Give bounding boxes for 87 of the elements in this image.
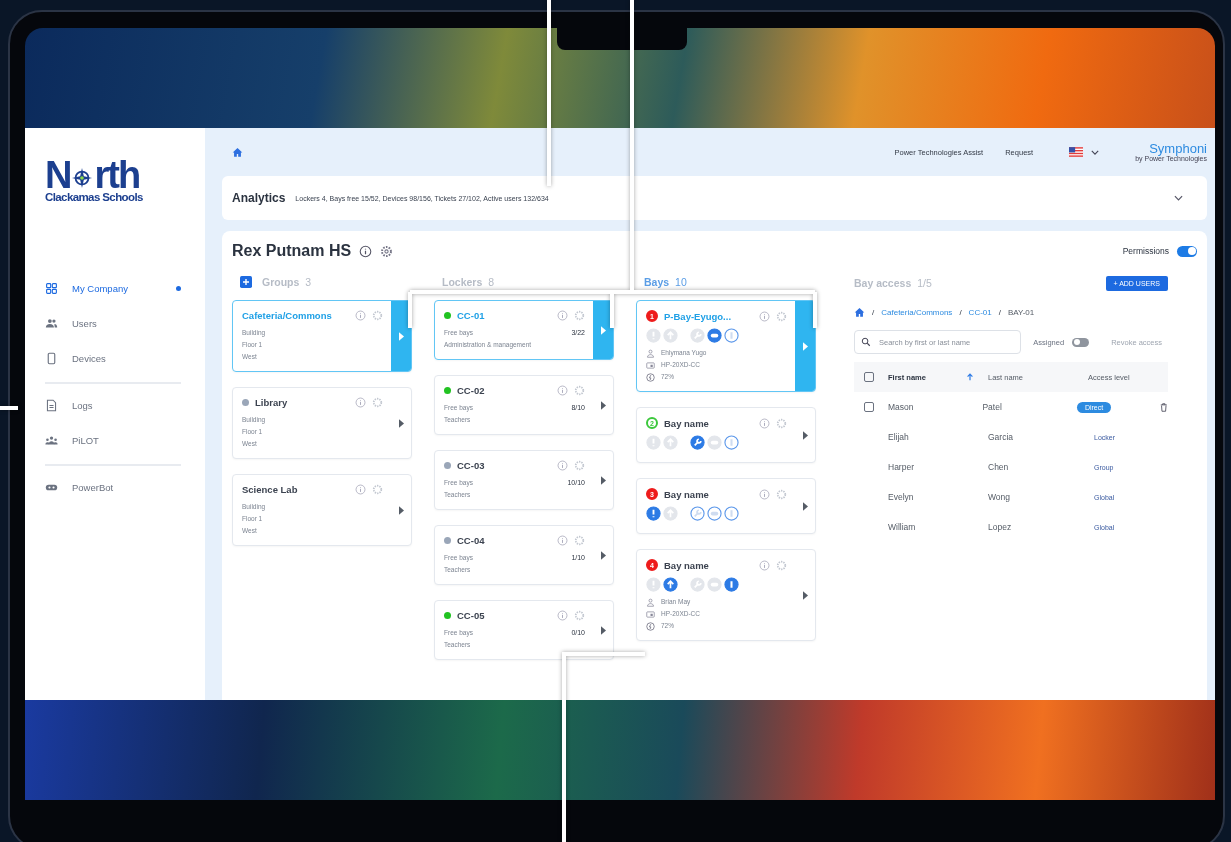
leader-line	[0, 406, 18, 410]
table-cell: Patel	[982, 402, 1002, 412]
breadcrumb-item[interactable]: CC-01	[968, 307, 992, 317]
locker-name: CC-01	[457, 310, 485, 321]
active-dot	[176, 286, 181, 291]
nav-item[interactable]: Logs	[45, 388, 181, 423]
logo-text: N	[45, 156, 71, 194]
locker-name: CC-05	[457, 610, 485, 621]
chevron-down-icon[interactable]	[1174, 195, 1183, 201]
checkbox[interactable]	[864, 402, 874, 412]
device-icon	[646, 360, 655, 370]
arrow-right-icon[interactable]	[600, 625, 606, 635]
assigned-toggle[interactable]	[1072, 337, 1090, 347]
nav-item[interactable]: Devices	[45, 341, 181, 376]
group-name: Cafeteria/Commons	[242, 310, 332, 321]
delete-icon[interactable]	[1160, 402, 1168, 412]
user-icon	[646, 597, 655, 607]
logo-text: rth	[94, 156, 140, 194]
sort-arrow-icon[interactable]	[966, 373, 974, 381]
table-cell: Chen	[988, 462, 1009, 472]
nav-item[interactable]: PowerBot	[45, 470, 181, 505]
battery-icon	[646, 372, 655, 382]
device-icon	[646, 609, 655, 619]
bay-name: Bay name	[664, 559, 709, 571]
breadcrumb-item: BAY-01	[1007, 307, 1035, 317]
locker-name: CC-04	[457, 535, 485, 546]
table-cell: Evelyn	[888, 492, 914, 502]
arrow-right-icon[interactable]	[398, 418, 404, 428]
breadcrumb-separator: /	[998, 307, 1001, 317]
permissions-toggle[interactable]	[1177, 245, 1197, 257]
home-icon[interactable]	[854, 306, 865, 318]
arrow-right-icon[interactable]	[802, 590, 808, 600]
arrow-right-icon[interactable]	[600, 550, 606, 560]
arrow-right-icon[interactable]	[600, 475, 606, 485]
table-cell: Elijah	[888, 432, 909, 442]
table-cell: Lopez	[988, 522, 1012, 532]
table-cell: Mason	[888, 402, 914, 412]
settings-icon[interactable]	[380, 244, 394, 258]
bay-name: Bay name	[664, 417, 709, 429]
logo-subtitle: Clackamas Schools	[45, 191, 144, 203]
breadcrumb-item[interactable]: Cafeteria/Commons	[881, 307, 953, 317]
add-icon[interactable]	[240, 276, 252, 288]
phone-icon	[45, 352, 58, 365]
flag-icon	[1069, 147, 1084, 157]
analytics-title: Analytics	[232, 191, 286, 205]
column-count: 10	[675, 276, 687, 288]
column-title: Groups	[262, 276, 300, 288]
nav-item[interactable]: Users	[45, 306, 181, 341]
panel-count: 1/5	[917, 277, 932, 289]
brand-logo-text: Symphoni	[1149, 142, 1207, 155]
column-count: 8	[488, 276, 495, 288]
group-name: Science Lab	[242, 484, 298, 495]
checkbox[interactable]	[864, 372, 874, 382]
nav-item[interactable]: PiLOT	[45, 423, 181, 458]
grid-icon	[45, 282, 58, 295]
home-icon[interactable]	[232, 146, 243, 158]
team-icon	[45, 434, 58, 447]
document-icon	[45, 399, 58, 412]
table-cell: Harper	[888, 462, 914, 472]
users-icon	[45, 317, 58, 330]
arrow-right-icon[interactable]	[802, 430, 808, 440]
user-icon	[646, 348, 655, 358]
locker-name: CC-02	[457, 385, 485, 396]
breadcrumb-separator: /	[872, 307, 875, 317]
locker-name: CC-03	[457, 460, 485, 471]
column-count: 3	[305, 276, 312, 288]
breadcrumb-separator: /	[959, 307, 962, 317]
chevron-down-icon	[1091, 149, 1100, 155]
arrow-right-icon[interactable]	[802, 501, 808, 511]
table-cell: Garcia	[988, 432, 1014, 442]
search-icon	[861, 337, 871, 347]
panel-title: Bay access	[854, 277, 912, 289]
site-title: Rex Putnam HS	[232, 242, 352, 260]
table-cell: William	[888, 522, 916, 532]
arrow-right-icon[interactable]	[600, 400, 606, 410]
permissions-label: Permissions	[1122, 246, 1169, 256]
table-cell: Wong	[988, 492, 1011, 502]
column-title: Lockers	[442, 276, 483, 288]
nav-item[interactable]: My Company	[45, 271, 181, 306]
battery-icon	[646, 621, 655, 631]
group-name: Library	[255, 397, 288, 408]
bay-name: P-Bay-Eyugo...	[664, 310, 732, 322]
info-icon[interactable]	[359, 244, 373, 258]
language-selector[interactable]	[1069, 147, 1100, 157]
column-title: Bays	[644, 276, 670, 288]
arrow-right-icon[interactable]	[398, 505, 404, 515]
bay-name: Bay name	[664, 488, 709, 500]
